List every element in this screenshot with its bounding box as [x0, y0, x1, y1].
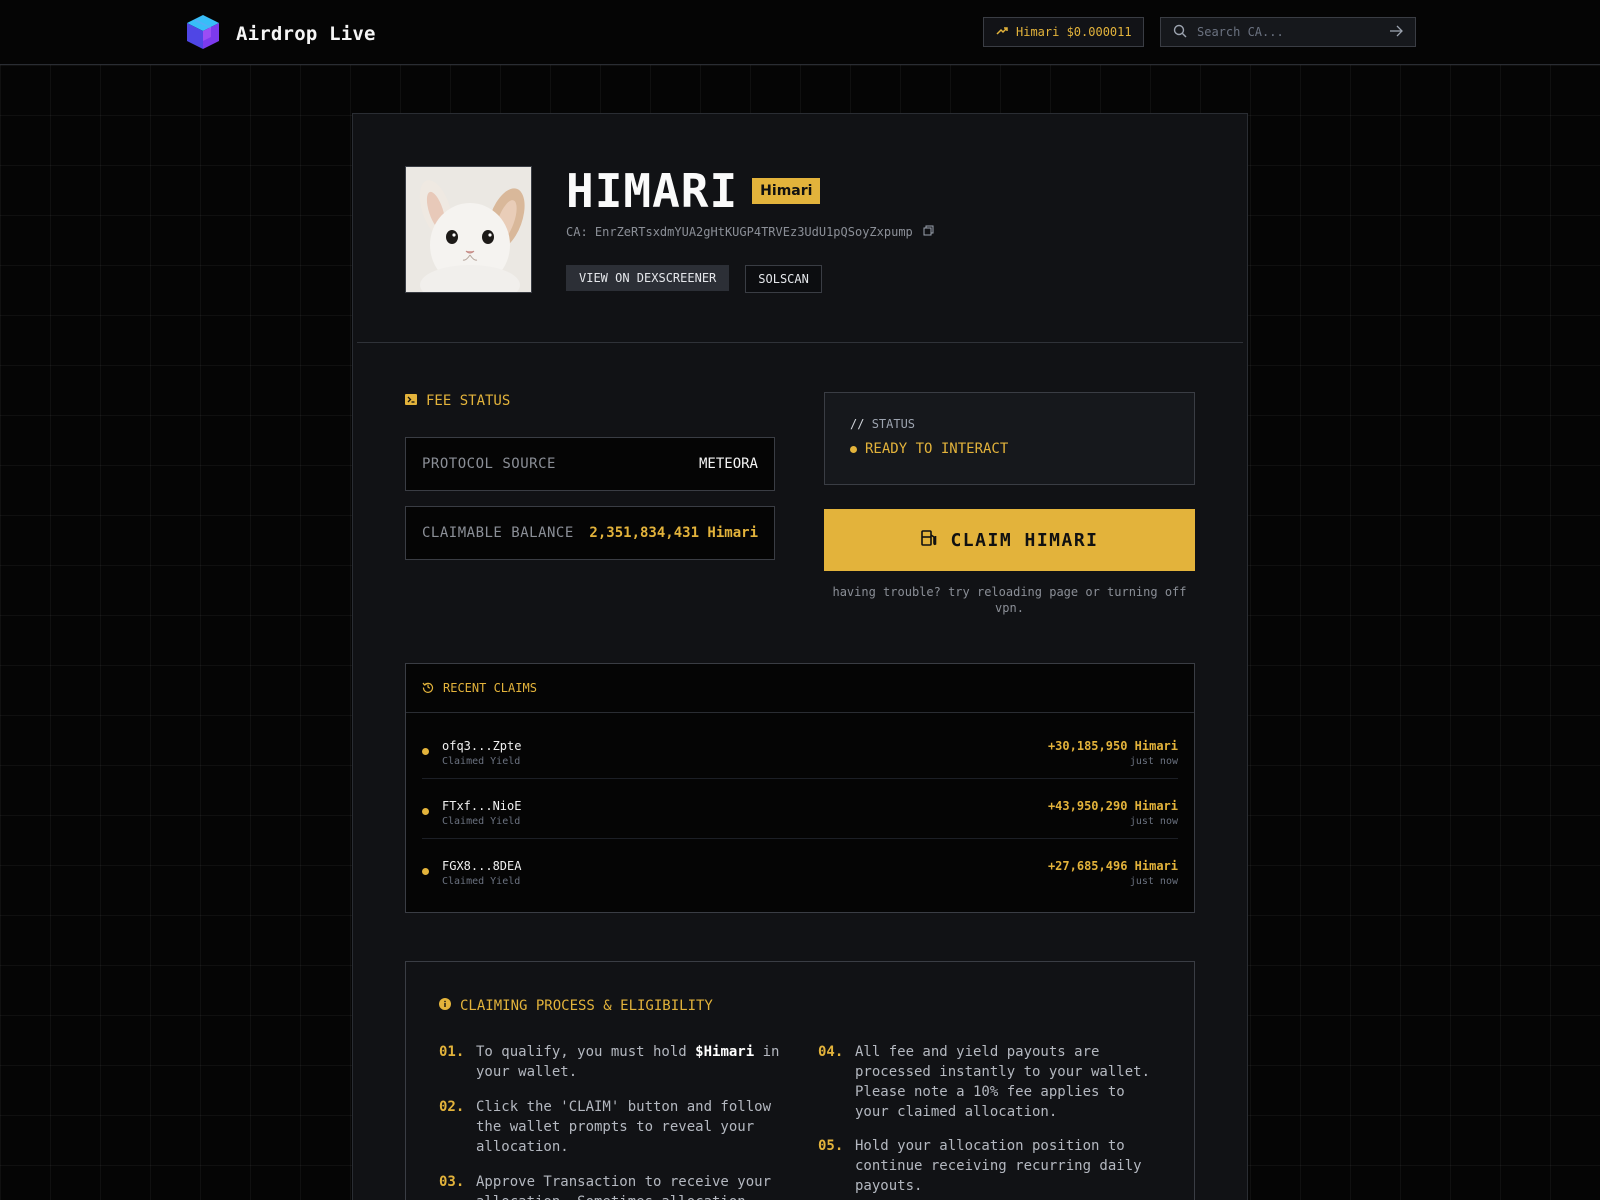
fuel-icon — [920, 529, 938, 552]
claim-address: FTxf...NioE — [442, 799, 522, 813]
recent-claims-title: RECENT CLAIMS — [443, 681, 537, 695]
contract-address-text: CA: EnrZeRTsxdmYUA2gHtKUGP4TRVEz3UdU1pQS… — [566, 225, 913, 239]
trending-up-icon — [996, 25, 1008, 40]
search-input[interactable] — [1197, 25, 1389, 39]
claim-address: FGX8...8DEA — [442, 859, 522, 873]
protocol-source-value: METEORA — [698, 456, 758, 472]
claim-amount: +43,950,290 Himari — [1047, 799, 1178, 813]
dexscreener-button[interactable]: VIEW ON DEXSCREENER — [566, 265, 730, 291]
step-number: 04. — [818, 1044, 844, 1060]
step-number: 02. — [439, 1099, 465, 1115]
claim-dot-icon — [422, 868, 429, 875]
token-title: HIMARI Himari — [566, 164, 821, 218]
claim-address: ofq3...Zpte — [442, 739, 522, 753]
step-text: Approve Transaction to receive your allo… — [476, 1174, 772, 1200]
claimable-balance-label: CLAIMABLE BALANCE — [422, 525, 574, 541]
history-icon — [422, 681, 434, 696]
claim-row: FTxf...NioE Claimed Yield +43,950,290 Hi… — [422, 779, 1178, 839]
claimable-balance-value: 2,351,834,431 Himari — [589, 525, 758, 541]
terminal-icon — [405, 393, 417, 409]
claiming-process-heading: CLAIMING PROCESS & ELIGIBILITY — [439, 998, 713, 1014]
bunny-image — [406, 167, 531, 292]
process-step: 04. All fee and yield payouts are proces… — [818, 1042, 1163, 1122]
status-value: READY TO INTERACT — [850, 441, 1169, 457]
claim-type: Claimed Yield — [442, 756, 521, 767]
copy-icon[interactable] — [923, 225, 934, 239]
fee-status-heading: FEE STATUS — [405, 393, 510, 409]
status-value-text: READY TO INTERACT — [865, 441, 1009, 457]
brand-name: Airdrop Live — [236, 23, 376, 45]
ticker-badge: Himari — [752, 178, 821, 204]
token-card: HIMARI Himari CA: EnrZeRTsxdmYUA2gHtKUGP… — [352, 113, 1248, 1200]
fee-status-title: FEE STATUS — [426, 393, 511, 409]
step-text: Click the 'CLAIM' button and follow the … — [476, 1099, 772, 1155]
claim-amount: +30,185,950 Himari — [1047, 739, 1178, 753]
claim-button[interactable]: CLAIM HIMARI — [824, 509, 1195, 571]
process-step: 01. To qualify, you must hold $Himari in… — [439, 1042, 784, 1082]
claimable-balance-row: CLAIMABLE BALANCE 2,351,834,431 Himari — [405, 506, 775, 560]
search-bar — [1160, 17, 1416, 47]
claim-dot-icon — [422, 748, 429, 755]
brand[interactable]: Airdrop Live — [184, 13, 376, 55]
step-number: 01. — [439, 1044, 465, 1060]
claiming-process-panel: CLAIMING PROCESS & ELIGIBILITY 01. To qu… — [405, 961, 1195, 1200]
solscan-button[interactable]: SOLSCAN — [745, 265, 822, 293]
claim-type: Claimed Yield — [442, 816, 521, 827]
info-icon — [439, 998, 451, 1014]
section-divider — [357, 342, 1243, 343]
trouble-hint: having trouble? try reloading page or tu… — [832, 585, 1187, 615]
status-dot-icon — [850, 445, 857, 453]
token-symbol-highlight: $Himari — [695, 1044, 755, 1060]
status-label: // STATUS — [850, 417, 1169, 431]
protocol-source-row: PROTOCOL SOURCE METEORA — [405, 437, 775, 491]
status-panel: // STATUS READY TO INTERACT — [824, 392, 1195, 485]
cube-logo-icon — [184, 13, 222, 55]
claim-amount: +27,685,496 Himari — [1047, 859, 1178, 873]
search-icon — [1173, 23, 1187, 42]
claiming-process-title: CLAIMING PROCESS & ELIGIBILITY — [460, 998, 713, 1014]
claim-row: ofq3...Zpte Claimed Yield +30,185,950 Hi… — [422, 719, 1178, 779]
claim-row: FGX8...8DEA Claimed Yield +27,685,496 Hi… — [422, 839, 1178, 899]
claim-time: just now — [1129, 816, 1178, 827]
step-text: All fee and yield payouts are processed … — [855, 1044, 1151, 1120]
recent-claims-header: RECENT CLAIMS — [406, 664, 1194, 713]
claim-button-label: CLAIM HIMARI — [950, 529, 1099, 551]
external-links: VIEW ON DEXSCREENER SOLSCAN — [566, 265, 822, 293]
claim-type: Claimed Yield — [442, 876, 521, 887]
claim-time: just now — [1129, 876, 1178, 887]
token-avatar — [405, 166, 532, 293]
claim-time: just now — [1129, 756, 1178, 767]
protocol-source-label: PROTOCOL SOURCE — [422, 456, 556, 472]
process-step: 05. Hold your allocation position to con… — [818, 1136, 1163, 1196]
comment-slash-icon: // — [850, 417, 865, 431]
step-number: 03. — [439, 1174, 465, 1190]
recent-claims-panel: RECENT CLAIMS ofq3...Zpte Claimed Yield … — [405, 663, 1195, 913]
token-price-label: Himari $0.000011 — [1016, 25, 1132, 39]
step-number: 05. — [818, 1138, 844, 1154]
step-text: To qualify, you must hold $Himari in you… — [476, 1044, 780, 1080]
token-price-chip[interactable]: Himari $0.000011 — [983, 17, 1144, 47]
token-name: HIMARI — [566, 164, 739, 218]
contract-address: CA: EnrZeRTsxdmYUA2gHtKUGP4TRVEz3UdU1pQS… — [566, 225, 934, 239]
status-label-text: STATUS — [871, 417, 916, 431]
process-step: 03. Approve Transaction to receive your … — [439, 1172, 784, 1200]
arrow-right-icon[interactable] — [1389, 23, 1403, 42]
step-text: Hold your allocation position to continu… — [855, 1138, 1142, 1194]
process-step: 02. Click the 'CLAIM' button and follow … — [439, 1097, 784, 1157]
claim-dot-icon — [422, 808, 429, 815]
top-navigation-bar: Airdrop Live Himari $0.000011 — [0, 0, 1600, 65]
